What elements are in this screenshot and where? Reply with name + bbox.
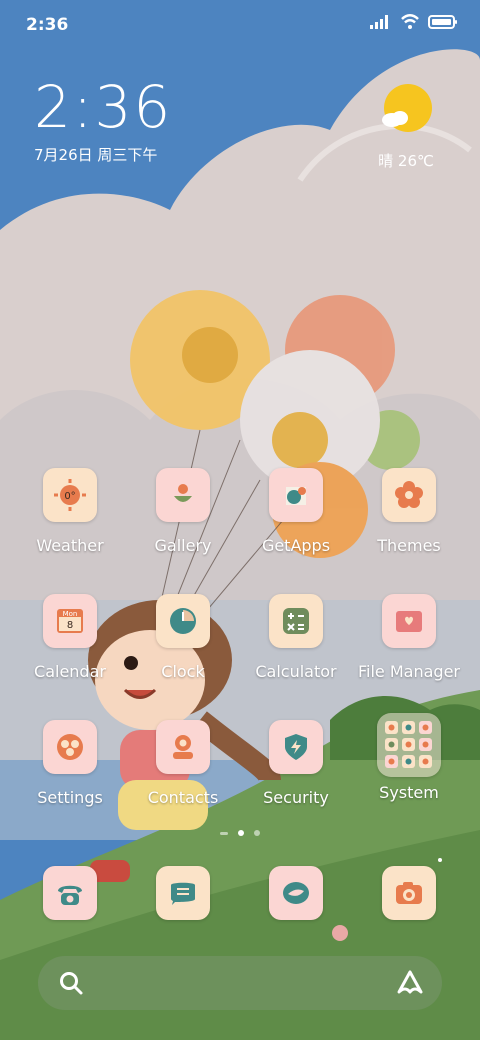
app-label-file-manager: File Manager (358, 662, 460, 681)
app-label-gallery: Gallery (154, 536, 212, 555)
phone-icon (43, 866, 97, 920)
app-contacts[interactable]: Contacts (128, 720, 238, 807)
svg-text:Mon: Mon (63, 610, 78, 618)
app-getapps[interactable]: GetApps (241, 468, 351, 555)
status-icons (370, 14, 458, 30)
dock-camera[interactable] (354, 866, 464, 920)
page-dot (254, 830, 260, 836)
app-security[interactable]: Security (241, 720, 351, 807)
app-label-calendar: Calendar (34, 662, 106, 681)
page-indicator[interactable] (0, 830, 480, 836)
app-weather[interactable]: 0° Weather (15, 468, 125, 555)
app-settings[interactable]: Settings (15, 720, 125, 807)
assistant-icon[interactable] (396, 969, 424, 997)
app-calculator[interactable]: Calculator (241, 594, 351, 681)
weather-widget[interactable]: 晴 26℃ (366, 82, 446, 171)
app-label-getapps: GetApps (261, 536, 331, 555)
app-label-settings: Settings (37, 788, 103, 807)
svg-text:0°: 0° (64, 491, 75, 502)
camera-icon (382, 866, 436, 920)
app-system-folder[interactable]: System (354, 713, 464, 802)
widget-date: 7月26日 周三下午 (34, 146, 158, 164)
app-clock[interactable]: Clock (128, 594, 238, 681)
signal-icon (370, 15, 388, 29)
app-themes[interactable]: Themes (354, 468, 464, 555)
app-label-security: Security (263, 788, 329, 807)
calendar-icon: Mon 8 (43, 594, 97, 648)
dock-messages[interactable] (128, 866, 238, 920)
page-indicator-dash (220, 831, 228, 835)
clock-widget[interactable]: 2:36 7月26日 周三下午 (34, 78, 172, 165)
weather-icon: 0° (43, 468, 97, 522)
app-calendar[interactable]: Mon 8 Calendar (15, 594, 125, 681)
search-bar[interactable] (38, 956, 442, 1010)
gallery-icon (156, 468, 210, 522)
app-file-manager[interactable]: File Manager (354, 594, 464, 681)
getapps-icon (269, 468, 323, 522)
weather-text: 晴 26℃ (378, 152, 434, 170)
calculator-icon (269, 594, 323, 648)
app-label-contacts: Contacts (147, 788, 219, 807)
app-gallery[interactable]: Gallery (128, 468, 238, 555)
app-label-calculator: Calculator (255, 662, 337, 681)
widget-time: 2:36 (34, 73, 173, 141)
app-label-clock: Clock (161, 662, 205, 681)
status-bar: 2:36 (0, 0, 480, 50)
themes-icon (382, 468, 436, 522)
contacts-icon (156, 720, 210, 774)
app-label-system: System (379, 783, 439, 802)
wifi-icon (401, 14, 419, 29)
page-dot-active (238, 830, 244, 836)
search-icon[interactable] (58, 970, 84, 996)
security-icon (269, 720, 323, 774)
clock-icon (156, 594, 210, 648)
app-label-themes: Themes (377, 536, 441, 555)
sun-cloud-icon (382, 84, 432, 132)
settings-icon (43, 720, 97, 774)
status-time: 2:36 (26, 15, 69, 35)
svg-text:8: 8 (67, 620, 73, 631)
dock-phone[interactable] (15, 866, 125, 920)
battery-icon (428, 15, 457, 29)
dock-browser[interactable] (241, 866, 351, 920)
messages-icon (156, 866, 210, 920)
app-label-weather: Weather (36, 536, 104, 555)
folder-icon (382, 594, 436, 648)
system-folder-icon (377, 713, 441, 777)
browser-icon (269, 866, 323, 920)
